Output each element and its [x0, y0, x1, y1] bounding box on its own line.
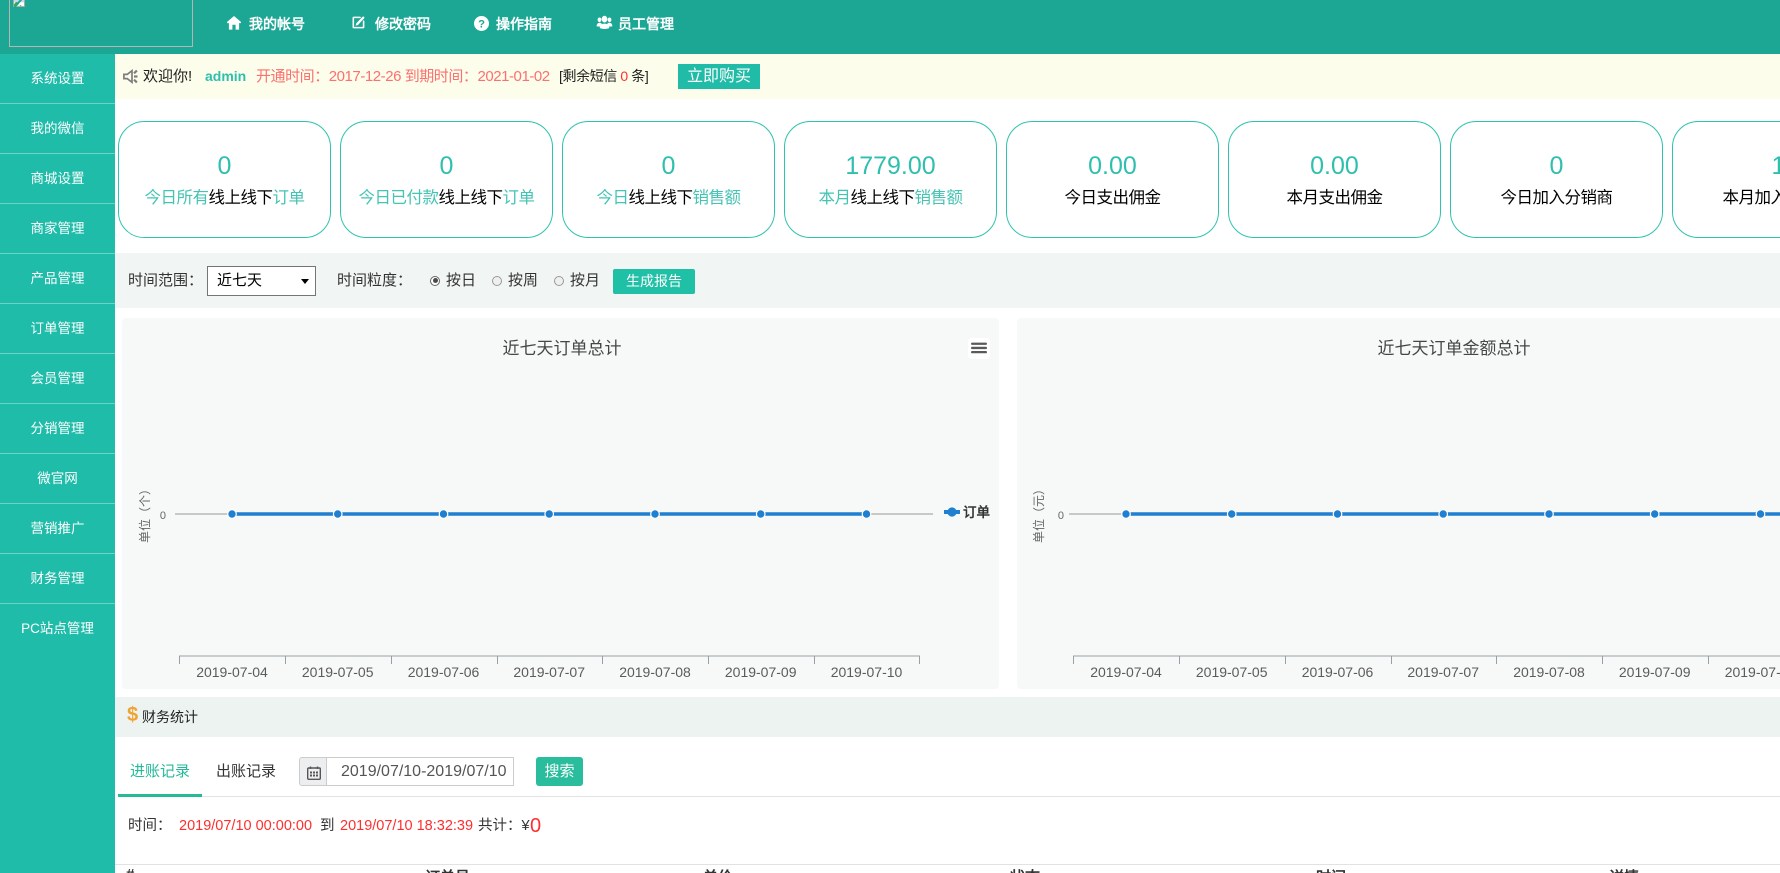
svg-text:0: 0 [1058, 510, 1064, 522]
svg-text:2019-07-09: 2019-07-09 [1619, 664, 1691, 680]
svg-text:2019-07-06: 2019-07-06 [1302, 664, 1374, 680]
svg-text:近七天订单总计: 近七天订单总计 [503, 339, 622, 358]
svg-text:2019-07-05: 2019-07-05 [302, 664, 374, 680]
svg-text:2019-07-07: 2019-07-07 [1407, 664, 1479, 680]
svg-text:2019-07-06: 2019-07-06 [408, 664, 480, 680]
svg-text:2019-07-10: 2019-07-10 [1725, 664, 1780, 680]
svg-text:单位（个）: 单位（个） [137, 483, 152, 543]
svg-text:2019-07-10: 2019-07-10 [831, 664, 903, 680]
svg-text:2019-07-04: 2019-07-04 [196, 664, 268, 680]
svg-text:2019-07-07: 2019-07-07 [513, 664, 585, 680]
svg-text:订单: 订单 [963, 504, 991, 520]
svg-text:2019-07-08: 2019-07-08 [619, 664, 691, 680]
svg-text:2019-07-09: 2019-07-09 [725, 664, 797, 680]
svg-text:?: ? [478, 19, 485, 31]
svg-text:0: 0 [160, 510, 166, 522]
svg-text:2019-07-08: 2019-07-08 [1513, 664, 1585, 680]
svg-text:单位（元）: 单位（元） [1031, 483, 1046, 543]
svg-text:2019-07-05: 2019-07-05 [1196, 664, 1268, 680]
svg-text:2019-07-04: 2019-07-04 [1090, 664, 1162, 680]
svg-text:近七天订单金额总计: 近七天订单金额总计 [1378, 339, 1531, 358]
